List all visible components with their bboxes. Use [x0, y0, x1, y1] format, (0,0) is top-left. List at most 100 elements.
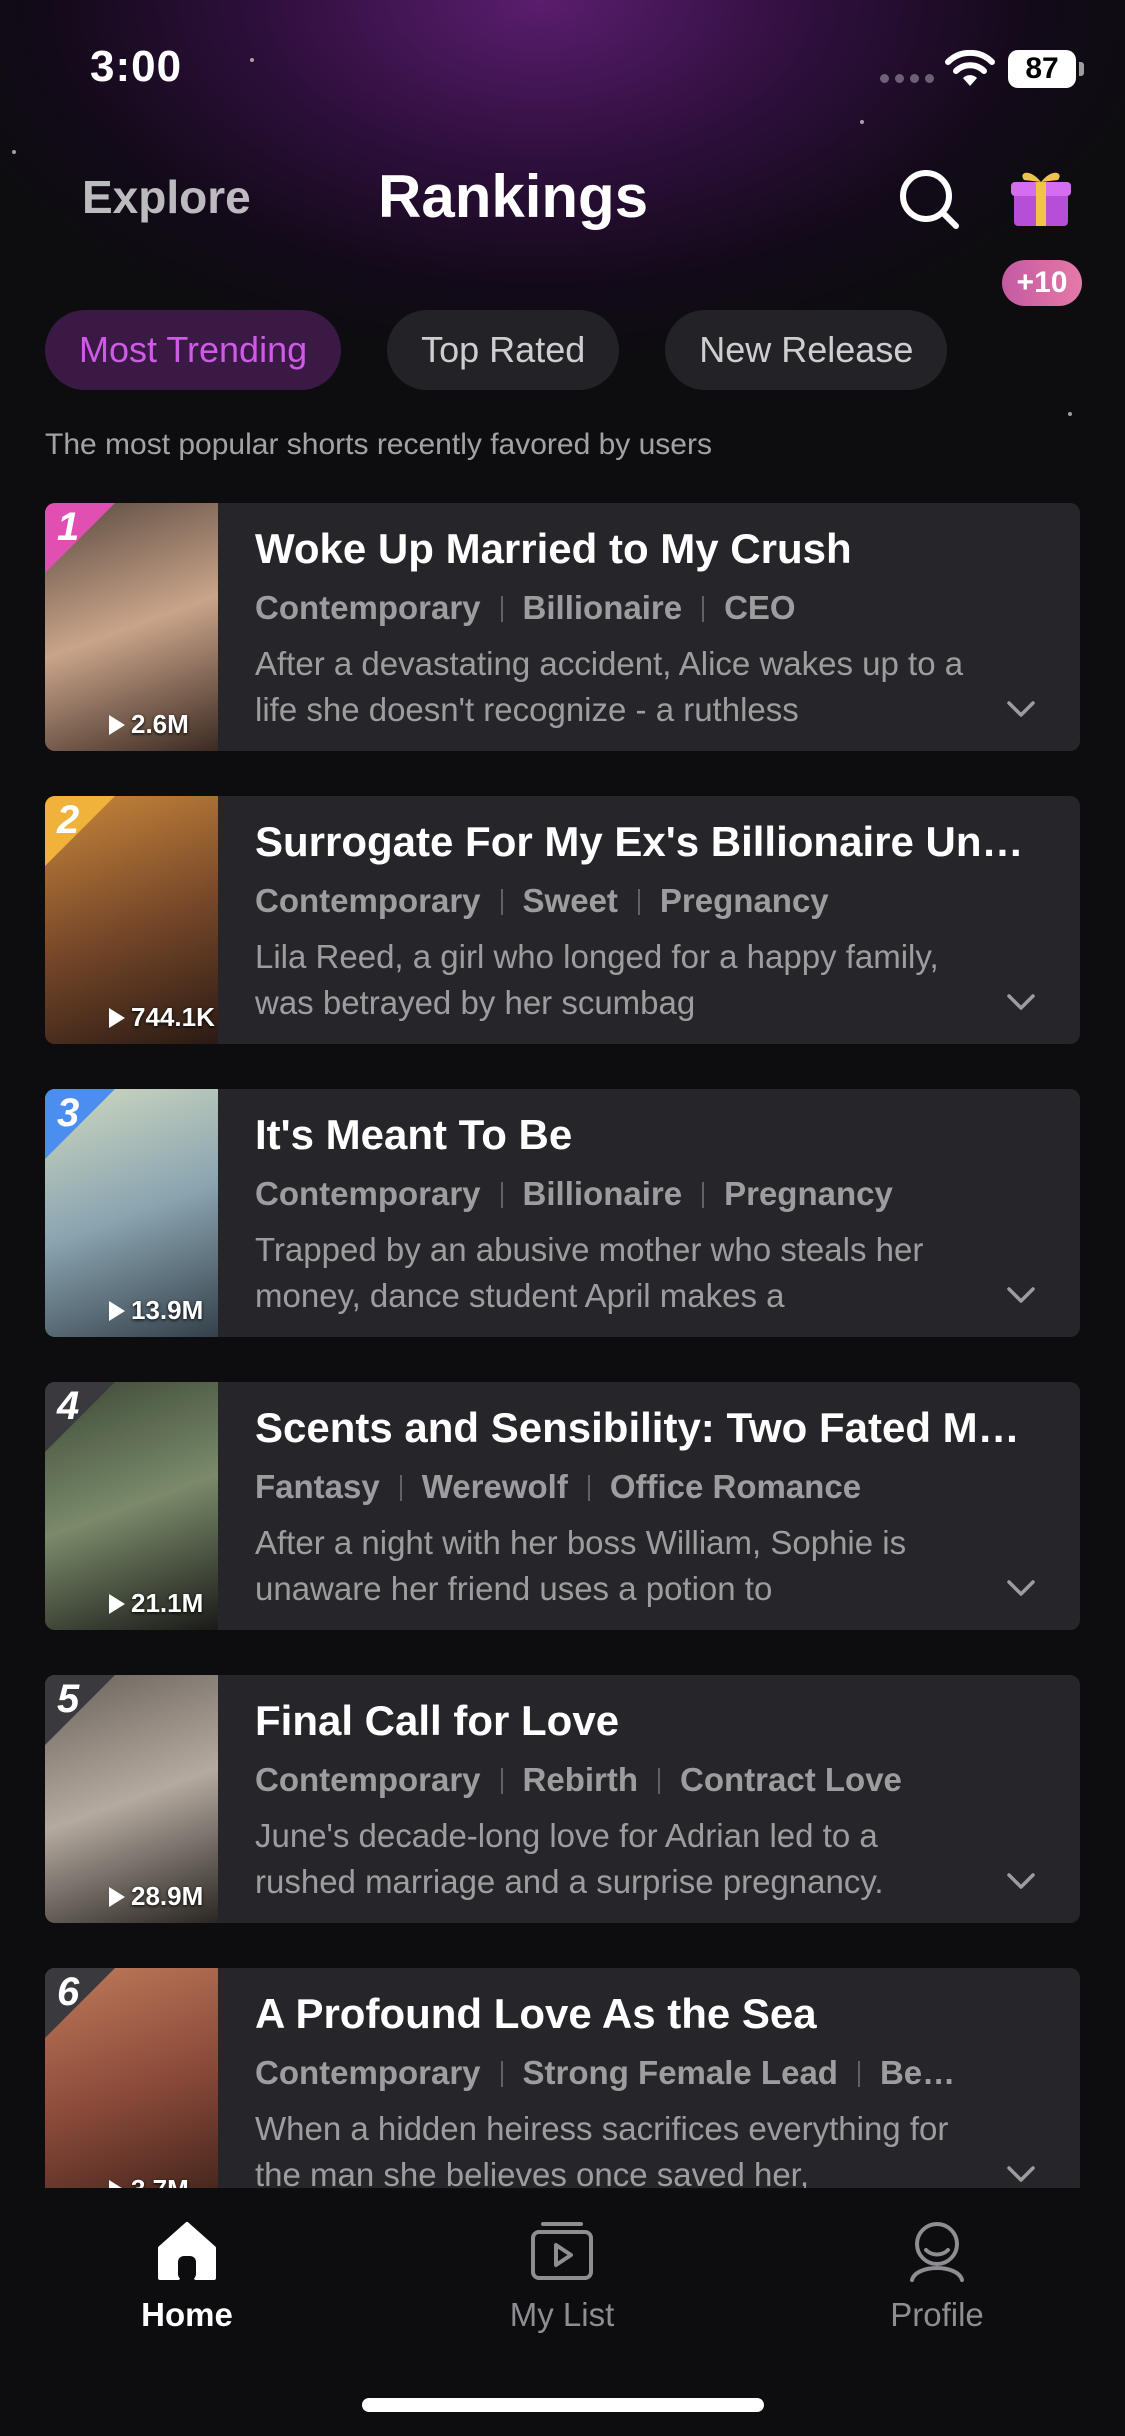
- ranking-description: The most popular shorts recently favored…: [45, 428, 712, 461]
- cover-image[interactable]: 2 744.1K: [45, 796, 218, 1044]
- battery-indicator: 87: [1008, 50, 1084, 88]
- tab-top-rated[interactable]: Top Rated: [387, 310, 620, 390]
- rank-flag: [45, 1382, 115, 1452]
- play-icon: [109, 2180, 125, 2188]
- play-count-value: 744.1K: [131, 1002, 215, 1032]
- show-description: June's decade-long love for Adrian led t…: [255, 1817, 884, 1900]
- play-icon: [109, 1887, 125, 1907]
- cover-image[interactable]: 6 3.7M: [45, 1968, 218, 2188]
- chevron-down-icon[interactable]: [1006, 1578, 1036, 1598]
- play-count-value: 3.7M: [131, 2174, 189, 2188]
- card-info: A Profound Love As the Sea Contemporary S…: [255, 1990, 1045, 2188]
- tag-separator: [500, 596, 503, 622]
- ranking-card[interactable]: 6 3.7M A Profound Love As the Sea Contem…: [45, 1968, 1080, 2188]
- play-icon: [109, 1301, 125, 1321]
- gift-icon[interactable]: [1008, 164, 1074, 230]
- show-title[interactable]: Woke Up Married to My Crush: [255, 525, 1025, 573]
- tag-separator: [500, 2061, 503, 2087]
- tab-new-release[interactable]: New Release: [665, 310, 948, 390]
- chevron-down-icon[interactable]: [1006, 1871, 1036, 1891]
- genre-tag: Contract Love: [680, 1761, 902, 1798]
- show-description: Trapped by an abusive mother who steals …: [255, 1231, 924, 1314]
- cover-image[interactable]: 5 28.9M: [45, 1675, 218, 1923]
- genre-tags: Fantasy Werewolf Office Romance: [255, 1468, 1015, 1506]
- cover-image[interactable]: 4 21.1M: [45, 1382, 218, 1630]
- genre-tag: Contemporary: [255, 589, 481, 626]
- explore-tab[interactable]: Explore: [82, 170, 251, 224]
- chevron-down-icon[interactable]: [1006, 2164, 1036, 2184]
- play-count: 21.1M: [109, 1588, 203, 1619]
- nav-my-list[interactable]: My List: [442, 2216, 682, 2334]
- cover-image[interactable]: 3 13.9M: [45, 1089, 218, 1337]
- show-title[interactable]: A Profound Love As the Sea: [255, 1990, 1025, 2038]
- tag-separator: [637, 889, 640, 915]
- tag-separator: [587, 1475, 590, 1501]
- show-description: Lila Reed, a girl who longed for a happy…: [255, 938, 939, 1021]
- genre-tags: Contemporary Billionaire Pregnancy: [255, 1175, 1015, 1213]
- page-title[interactable]: Rankings: [378, 162, 648, 231]
- bottom-navigation: Home My List Profile: [0, 2188, 1125, 2436]
- play-count: 3.7M: [109, 2174, 189, 2188]
- genre-tag: Office Romance: [609, 1468, 862, 1505]
- ranking-card[interactable]: 3 13.9M It's Meant To Be Contemporary Bil…: [45, 1089, 1080, 1337]
- cover-image[interactable]: 1 2.6M: [45, 503, 218, 751]
- play-count-value: 2.6M: [131, 709, 189, 739]
- ranking-card[interactable]: 5 28.9M Final Call for Love Contemporary…: [45, 1675, 1080, 1923]
- rank-flag: [45, 796, 115, 866]
- tag-separator: [702, 596, 705, 622]
- card-info: Surrogate For My Ex's Billionaire Uncle …: [255, 818, 1045, 1026]
- tag-separator: [702, 1182, 705, 1208]
- genre-tags: Contemporary Sweet Pregnancy: [255, 882, 1015, 920]
- play-count: 28.9M: [109, 1881, 203, 1912]
- nav-profile-label: Profile: [890, 2296, 984, 2333]
- rank-number: 1: [57, 505, 80, 549]
- genre-tag: Billionaire: [522, 589, 683, 626]
- show-title[interactable]: It's Meant To Be: [255, 1111, 1025, 1159]
- tag-separator: [500, 889, 503, 915]
- genre-tag: Sweet: [522, 882, 618, 919]
- ranking-list[interactable]: 1 2.6M Woke Up Married to My Crush Conte…: [45, 503, 1080, 2188]
- rank-number: 4: [57, 1384, 80, 1428]
- nav-home[interactable]: Home: [67, 2216, 307, 2334]
- genre-tag: Contemporary: [255, 1175, 481, 1212]
- show-title[interactable]: Surrogate For My Ex's Billionaire Uncle: [255, 818, 1025, 866]
- chevron-down-icon[interactable]: [1006, 1285, 1036, 1305]
- play-count: 13.9M: [109, 1295, 203, 1326]
- ranking-card[interactable]: 2 744.1K Surrogate For My Ex's Billionai…: [45, 796, 1080, 1044]
- genre-tag: Rebirth: [522, 1761, 639, 1798]
- genre-tags: Contemporary Strong Female Lead Be…: [255, 2054, 1015, 2092]
- play-icon: [109, 1594, 125, 1614]
- profile-icon: [910, 2222, 964, 2282]
- genre-tag: Contemporary: [255, 2054, 481, 2091]
- tag-separator: [399, 1475, 402, 1501]
- genre-tag: Strong Female Lead: [522, 2054, 838, 2091]
- gift-reward-badge: +10: [1002, 260, 1082, 306]
- my-list-icon: [531, 2222, 593, 2280]
- tag-separator: [857, 2061, 860, 2087]
- play-count-value: 28.9M: [131, 1881, 204, 1911]
- show-description: After a night with her boss William, Sop…: [255, 1524, 907, 1607]
- search-icon[interactable]: [896, 166, 962, 232]
- show-title[interactable]: Final Call for Love: [255, 1697, 1025, 1745]
- nav-profile[interactable]: Profile: [817, 2216, 1057, 2334]
- show-title[interactable]: Scents and Sensibility: Two Fated Mates: [255, 1404, 1025, 1452]
- rank-number: 2: [57, 798, 80, 842]
- ranking-card[interactable]: 1 2.6M Woke Up Married to My Crush Conte…: [45, 503, 1080, 751]
- status-bar: 3:00 87: [0, 0, 1125, 130]
- genre-tag: Contemporary: [255, 1761, 481, 1798]
- rank-flag: [45, 1089, 115, 1159]
- star-decoration: [1068, 412, 1072, 416]
- tag-separator: [658, 1768, 661, 1794]
- rank-flag: [45, 1968, 115, 2038]
- tag-separator: [500, 1768, 503, 1794]
- chevron-down-icon[interactable]: [1006, 699, 1036, 719]
- chevron-down-icon[interactable]: [1006, 992, 1036, 1012]
- home-icon: [158, 2222, 216, 2280]
- wifi-icon: [945, 50, 995, 86]
- ranking-card[interactable]: 4 21.1M Scents and Sensibility: Two Fate…: [45, 1382, 1080, 1630]
- play-count-value: 21.1M: [131, 1588, 204, 1618]
- rank-flag: [45, 1675, 115, 1745]
- genre-tag: Billionaire: [522, 1175, 683, 1212]
- tab-most-trending[interactable]: Most Trending: [45, 310, 342, 390]
- genre-tag: CEO: [724, 589, 796, 626]
